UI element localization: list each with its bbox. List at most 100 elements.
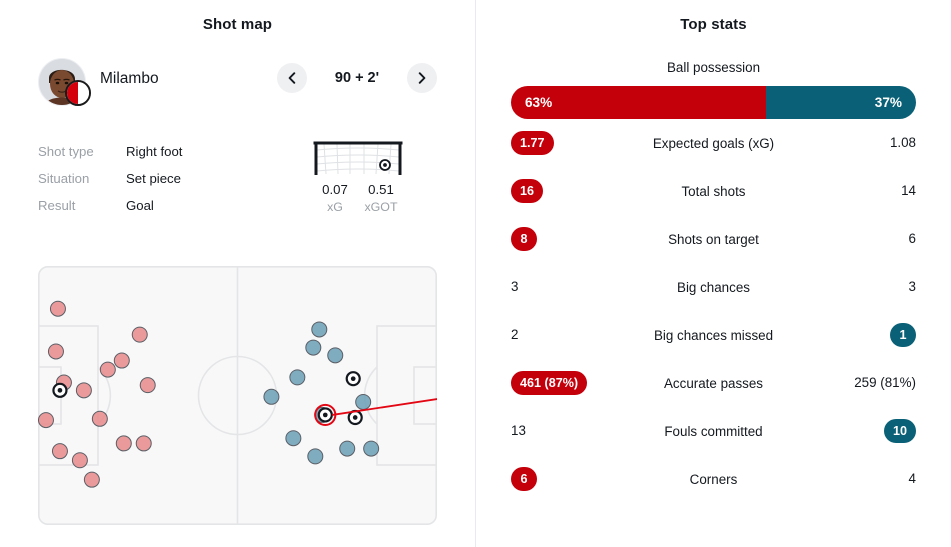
shot-dot[interactable] bbox=[327, 347, 344, 364]
shot-dot[interactable] bbox=[115, 435, 132, 452]
stat-label: Total shots bbox=[681, 183, 746, 199]
shot-dot[interactable] bbox=[311, 321, 328, 338]
xgot-label: xGOT bbox=[364, 200, 398, 214]
stat-home-pill: 16 bbox=[511, 179, 544, 203]
stat-away-value: 6 bbox=[796, 231, 916, 247]
stat-away-value: 14 bbox=[796, 183, 916, 199]
stat-label: Big chances bbox=[677, 279, 750, 295]
stat-away-pill: 1 bbox=[890, 323, 916, 347]
goal-ball-marker-icon bbox=[379, 159, 391, 171]
shot-type-value: Right foot bbox=[126, 144, 183, 159]
top-stats-title: Top stats bbox=[680, 16, 747, 33]
shot-detail-row: Result Goal bbox=[38, 192, 268, 219]
stat-away-text: 3 bbox=[908, 279, 916, 295]
stat-label: Accurate passes bbox=[664, 375, 763, 391]
chevron-left-icon bbox=[288, 72, 296, 84]
goal-shot-marker[interactable] bbox=[345, 371, 361, 387]
stat-label: Big chances missed bbox=[653, 327, 774, 343]
stat-home-value: 1.77 bbox=[511, 131, 631, 155]
shot-dot[interactable] bbox=[263, 388, 280, 405]
stat-row: 8 Shots on target 6 bbox=[511, 215, 916, 263]
possession-home-segment: 63% bbox=[511, 86, 767, 119]
stat-row: 6 Corners 4 bbox=[511, 455, 916, 503]
possession-bar: 63% 37% bbox=[511, 86, 916, 119]
stat-away-text: 6 bbox=[908, 231, 916, 247]
top-stats-panel: Top stats Ball possession 63% 37% 1.77 Ex… bbox=[476, 0, 951, 547]
shot-dot[interactable] bbox=[355, 393, 372, 410]
shot-dot[interactable] bbox=[47, 343, 64, 360]
shot-dot[interactable] bbox=[305, 339, 322, 356]
stat-home-value: 461 (87%) bbox=[511, 371, 631, 395]
shot-dot[interactable] bbox=[307, 448, 324, 465]
stat-label: Fouls committed bbox=[664, 423, 763, 439]
stat-home-value: 8 bbox=[511, 227, 631, 251]
stat-label: Shots on target bbox=[668, 231, 759, 247]
stat-away-text: 259 (81%) bbox=[854, 375, 916, 391]
situation-value: Set piece bbox=[126, 171, 181, 186]
stat-away-text: 14 bbox=[901, 183, 916, 199]
stat-home-value: 13 bbox=[511, 424, 631, 438]
xg-value: 0.07 bbox=[322, 182, 348, 197]
shot-dot[interactable] bbox=[71, 452, 88, 469]
stat-away-value: 10 bbox=[796, 419, 916, 443]
stats-list: Ball possession 63% 37% 1.77 Expected goa… bbox=[476, 60, 951, 503]
stat-row: 13 Fouls committed 10 bbox=[511, 407, 916, 455]
stat-home-text: 3 bbox=[511, 279, 519, 295]
stat-row: 2 Big chances missed 1 bbox=[511, 311, 916, 359]
shot-dot[interactable] bbox=[339, 440, 356, 457]
shot-dot[interactable] bbox=[38, 412, 54, 429]
next-shot-button[interactable] bbox=[407, 63, 437, 93]
shot-dot[interactable] bbox=[99, 361, 116, 378]
pitch-svg bbox=[38, 266, 437, 525]
shot-map-panel: Shot map Milambo 90 + 2' Shot type Right… bbox=[0, 0, 475, 547]
shot-dot[interactable] bbox=[113, 352, 130, 369]
possession-home-value: 63% bbox=[525, 95, 553, 110]
shot-dot[interactable] bbox=[135, 435, 152, 452]
stat-rows-container: 1.77 Expected goals (xG) 1.08 16 Total shots… bbox=[476, 119, 951, 503]
shot-dot[interactable] bbox=[91, 410, 108, 427]
possession-away-value: 37% bbox=[874, 95, 902, 110]
stat-label: Expected goals (xG) bbox=[652, 135, 775, 151]
shot-dot[interactable] bbox=[75, 382, 92, 399]
shot-details-list: Shot type Right foot Situation Set piece… bbox=[38, 138, 268, 219]
result-value: Goal bbox=[126, 198, 154, 213]
stat-row: 16 Total shots 14 bbox=[511, 167, 916, 215]
chevron-right-icon bbox=[418, 72, 426, 84]
shot-detail-row: Situation Set piece bbox=[38, 165, 268, 192]
stat-home-pill: 8 bbox=[511, 227, 537, 251]
shot-dot[interactable] bbox=[51, 443, 68, 460]
shot-detail-row: Shot type Right foot bbox=[38, 138, 268, 165]
shot-player-header: Milambo 90 + 2' bbox=[0, 58, 475, 106]
previous-shot-button[interactable] bbox=[277, 63, 307, 93]
stat-away-text: 1.08 bbox=[889, 135, 916, 151]
xg-label: xG bbox=[327, 200, 343, 214]
shot-dot[interactable] bbox=[83, 471, 100, 488]
stat-away-value: 1 bbox=[796, 323, 916, 347]
stat-home-value: 3 bbox=[511, 279, 631, 295]
stat-away-value: 3 bbox=[796, 279, 916, 295]
stat-home-value: 16 bbox=[511, 179, 631, 203]
shot-dot[interactable] bbox=[285, 430, 302, 447]
stat-row: 461 (87%) Accurate passes 259 (81%) bbox=[511, 359, 916, 407]
xgot-value: 0.51 bbox=[368, 182, 394, 197]
stat-home-pill: 6 bbox=[511, 467, 537, 491]
shot-dot[interactable] bbox=[49, 300, 66, 317]
goal-shot-marker[interactable] bbox=[52, 382, 68, 398]
shot-dot[interactable] bbox=[363, 440, 380, 457]
goal-frame-icon bbox=[313, 141, 403, 175]
possession-away-segment: 37% bbox=[766, 86, 916, 119]
shot-map-title: Shot map bbox=[202, 16, 273, 33]
stat-home-text: 2 bbox=[511, 327, 519, 343]
situation-label: Situation bbox=[38, 171, 90, 186]
shot-dot[interactable] bbox=[131, 326, 148, 343]
shot-dot[interactable] bbox=[139, 377, 156, 394]
shot-dot[interactable] bbox=[289, 369, 306, 386]
xgot-cell: 0.51 xGOT bbox=[358, 182, 404, 214]
stat-away-pill: 10 bbox=[883, 419, 916, 443]
stat-home-value: 6 bbox=[511, 467, 631, 491]
shot-time-label: 90 + 2' bbox=[334, 70, 380, 86]
stat-away-text: 4 bbox=[908, 471, 916, 487]
shot-type-label: Shot type bbox=[38, 144, 94, 159]
pitch-shot-map[interactable] bbox=[38, 266, 437, 525]
stat-label: Corners bbox=[689, 471, 738, 487]
